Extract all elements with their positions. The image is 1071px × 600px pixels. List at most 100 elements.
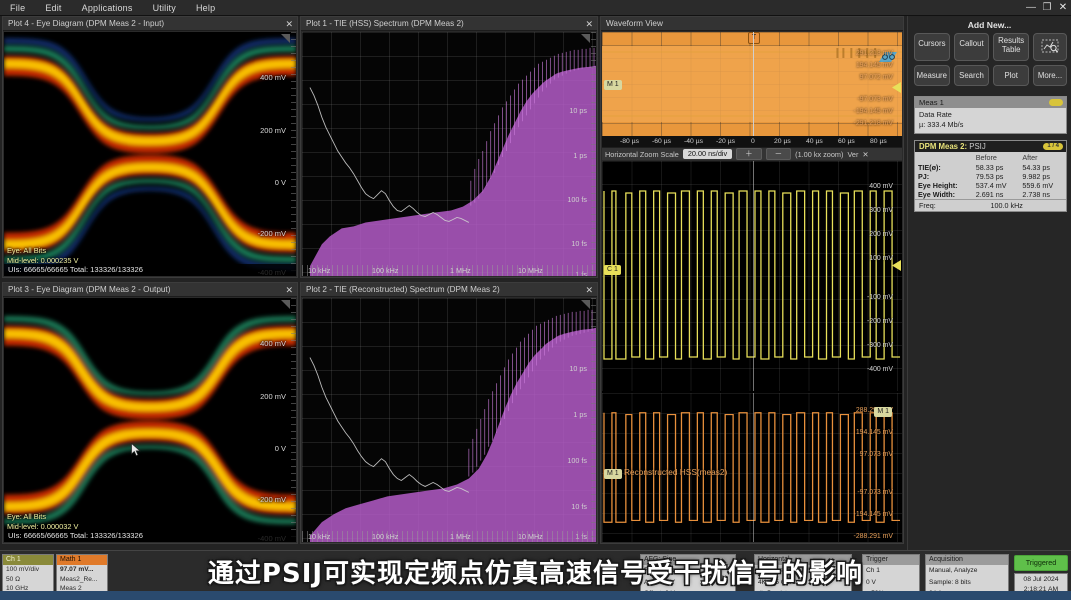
menu-item-applications[interactable]: Applications [72, 0, 143, 16]
eye-output-status: UIs: 66665/66665 Total: 133326/133326 [4, 530, 296, 542]
math1-scale: 97.07 mV... [57, 565, 107, 575]
panel-eye-diagram-output: Plot 3 - Eye Diagram (DPM Meas 2 - Outpu… [2, 282, 298, 544]
overview-ylabel-5: -291.218 mV [854, 120, 893, 127]
channel1-badge[interactable]: C 1 [604, 265, 621, 275]
spectrum-hss-ylabel-1: 1 ps [573, 151, 587, 160]
spectrum-recon-plot[interactable]: 10 ps 1 ps 100 fs 10 fs 1 fs 10 kHz 100 … [302, 298, 596, 542]
add-callout-button[interactable]: Callout [954, 33, 990, 61]
sidebar-button-row-2: Measure Search Plot More... [908, 65, 1071, 90]
more-button[interactable]: More... [1033, 65, 1067, 86]
meas1-status-pill[interactable] [1049, 99, 1063, 106]
minimize-icon[interactable]: — [1023, 0, 1039, 16]
add-cursors-button[interactable]: Cursors [914, 33, 950, 61]
spectrum-hss-resize-handle[interactable] [581, 34, 590, 43]
eye-input-resize-handle[interactable] [281, 34, 290, 43]
spectrum-recon-title: Plot 2 - TIE (Reconstructed) Spectrum (D… [306, 285, 500, 294]
spectrum-hss-close-icon[interactable]: ✕ [585, 17, 593, 31]
overview-xlabel-5: 20 µs [774, 136, 791, 147]
trigger-state-badge[interactable]: Triggered [1014, 555, 1068, 571]
add-plot-button[interactable]: Plot [993, 65, 1029, 86]
mouse-cursor-icon [131, 443, 143, 457]
add-search-button[interactable]: Search [954, 65, 990, 86]
zoom-decrease-button[interactable]: － [766, 148, 792, 160]
overview-xlabel-8: 80 µs [870, 136, 887, 147]
trigger-source: Ch 1 [863, 565, 919, 577]
menu-item-help[interactable]: Help [186, 0, 225, 16]
channel1-ylabel-5: -200 mV [867, 318, 893, 325]
waveform-channel1-pane[interactable]: C 1 400 mV 300 mV 200 mV 100 mV -100 mV … [602, 161, 902, 391]
right-sidebar: Add New... Cursors Callout Results Table… [907, 16, 1071, 550]
menu-item-file[interactable]: File [0, 0, 35, 16]
table-row: PJ: 79.53 ps 9.982 ps [915, 172, 1066, 181]
zoom-increase-button[interactable]: ＋ [736, 148, 762, 160]
spectrum-hss-ylabel-0: 10 ps [569, 106, 587, 115]
add-results-table-button[interactable]: Results Table [993, 33, 1029, 61]
menu-item-edit[interactable]: Edit [35, 0, 71, 16]
zoom-close-icon[interactable]: ✕ [862, 150, 868, 159]
panel-spectrum-hss: Plot 1 - TIE (HSS) Spectrum (DPM Meas 2)… [300, 16, 598, 278]
waveform-zoom-area[interactable]: C 1 400 mV 300 mV 200 mV 100 mV -100 mV … [602, 161, 902, 542]
waveform-overview-xaxis: -80 µs -60 µs -40 µs -20 µs 0 20 µs 40 µ… [602, 136, 902, 147]
spectrum-recon-xlabel-2: 1 MHz [450, 532, 471, 541]
spectrum-recon-title-bar: Plot 2 - TIE (Reconstructed) Spectrum (D… [301, 283, 597, 297]
dpm-results-table: Before After TIE(ø): 58.33 ps 54.33 ps P… [915, 152, 1066, 199]
dpm-col-blank [915, 152, 973, 163]
dpm-title: DPM Meas 2: [919, 142, 967, 151]
math1-ylabel-4: -194.145 mV [854, 511, 893, 518]
channel1-settings-badge[interactable]: Ch 1 100 mV/div 50 Ω 10 GHz [2, 554, 54, 595]
math1-ylabel-2: 97.073 mV [860, 451, 893, 458]
math1-tag[interactable]: M 1 [874, 407, 892, 417]
math1-settings-badge[interactable]: Math 1 97.07 mV... Meas2_Re... Meas 2 [56, 554, 108, 595]
eye-input-title: Plot 4 - Eye Diagram (DPM Meas 2 - Input… [8, 19, 164, 28]
math1-cursor-line[interactable] [753, 393, 754, 542]
meas1-card[interactable]: Meas 1 Data Rate µ: 333.4 Mb/s [914, 96, 1067, 134]
eye-input-plot[interactable]: 400 mV 200 mV 0 V -200 mV -400 mV Eye: A… [4, 32, 296, 276]
waveform-overview[interactable]: T M 1 291.213 mV 194.145 mV 97.072 mV -9… [602, 32, 902, 136]
spectrum-hss-trace [302, 32, 596, 276]
math1-name: Math 1 [57, 555, 107, 565]
waveform-title: Waveform View [606, 19, 663, 28]
eye-input-close-icon[interactable]: ✕ [285, 17, 293, 31]
eye-output-plot[interactable]: 400 mV 200 mV 0 V -200 mV -400 mV Eye: A… [4, 298, 296, 542]
eye-output-close-icon[interactable]: ✕ [285, 283, 293, 297]
spectrum-recon-close-icon[interactable]: ✕ [585, 283, 593, 297]
waveform-math1-pane[interactable]: M 1 Reconstructed HSS(meas2) 288.291 mV … [602, 393, 902, 542]
overview-xlabel-4: 0 [751, 136, 755, 147]
sidebar-button-row-1: Cursors Callout Results Table [908, 33, 1071, 65]
meas1-body: Data Rate µ: 333.4 Mb/s [915, 108, 1066, 133]
trigger-marker-icon[interactable]: T [748, 32, 760, 44]
menu-item-utility[interactable]: Utility [143, 0, 186, 16]
zoom-ver-label[interactable]: Ver [847, 150, 858, 159]
spectrum-recon-resize-handle[interactable] [581, 300, 590, 309]
spectrum-hss-xlabel-2: 1 MHz [450, 266, 471, 275]
channel1-level-marker-icon[interactable] [890, 260, 902, 271]
dpm-meas2-card[interactable]: DPM Meas 2: PSIJ 1 / 4 Before After TIE(… [914, 140, 1067, 212]
search-plot-glyph [1041, 39, 1059, 53]
math1-source: Meas2_Re... [57, 575, 107, 585]
eye-output-title-bar: Plot 3 - Eye Diagram (DPM Meas 2 - Outpu… [3, 283, 297, 297]
eye-output-resize-handle[interactable] [281, 300, 290, 309]
add-measure-button[interactable]: Measure [914, 65, 950, 86]
dpm-page-pill[interactable]: 1 / 4 [1043, 143, 1063, 150]
overview-ylabel-0: 291.213 mV [856, 50, 893, 57]
meas1-header: Meas 1 [915, 97, 1066, 108]
overview-cursor-line[interactable] [753, 32, 754, 136]
channel1-cursor-line[interactable] [753, 161, 754, 391]
overview-level-marker-icon[interactable] [890, 82, 902, 93]
maximize-icon[interactable]: ❐ [1039, 0, 1055, 16]
channel1-ylabel-6: -300 mV [867, 342, 893, 349]
search-plot-icon[interactable] [1033, 33, 1067, 61]
overview-math-badge[interactable]: M 1 [604, 80, 622, 90]
zoom-scale-value[interactable]: 20.00 ns/div [683, 149, 732, 159]
dpm-col-after: After [1019, 152, 1066, 163]
spectrum-recon-ylabel-3: 10 fs [571, 502, 587, 511]
channel1-ylabel-7: -400 mV [867, 366, 893, 373]
waveform-title-bar: Waveform View [601, 17, 903, 31]
math1-badge[interactable]: M 1 [604, 469, 622, 479]
close-icon[interactable]: ✕ [1055, 0, 1071, 16]
channel1-ylabel-4: -100 mV [867, 294, 893, 301]
overview-xlabel-2: -40 µs [684, 136, 703, 147]
video-progress-bar[interactable] [0, 591, 1071, 600]
ch1-name: Ch 1 [3, 555, 53, 565]
spectrum-hss-plot[interactable]: 10 ps 1 ps 100 fs 10 fs 1 fs 10 kHz 100 … [302, 32, 596, 276]
